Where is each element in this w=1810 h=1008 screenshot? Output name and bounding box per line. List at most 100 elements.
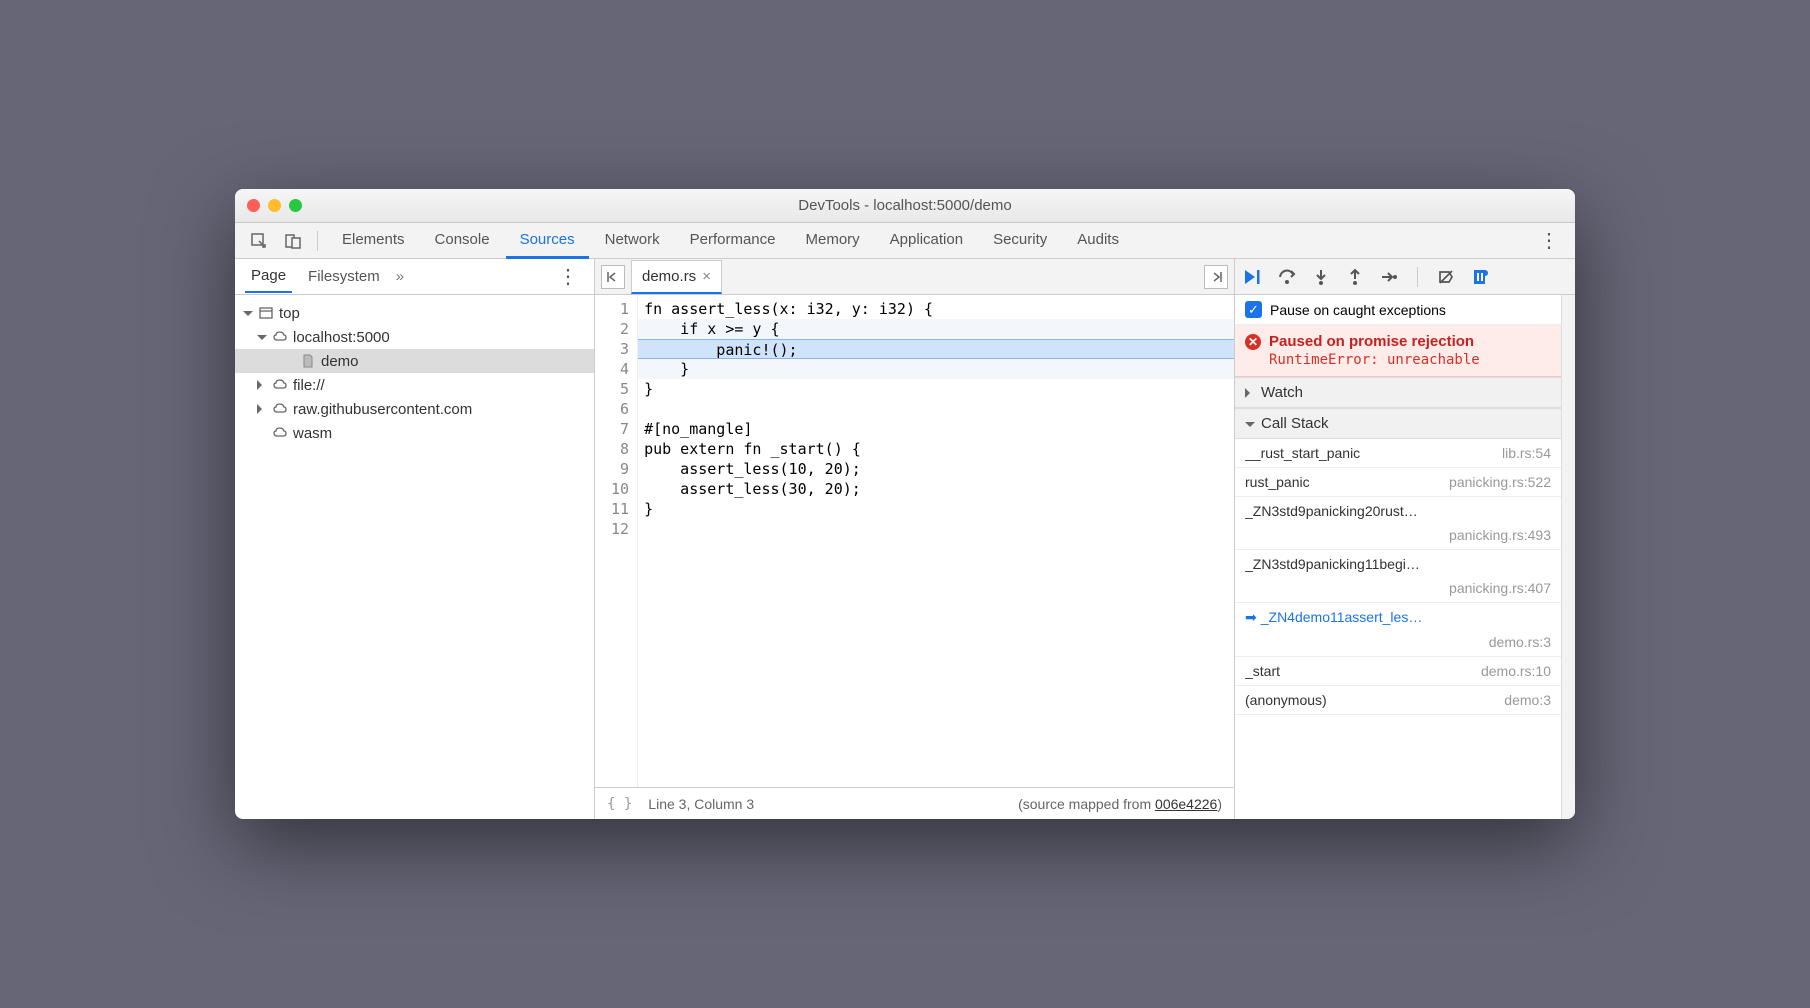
stack-fn: rust_panic xyxy=(1245,474,1310,490)
panel-tabs: Elements Console Sources Network Perform… xyxy=(328,223,1527,259)
code-line: pub extern fn _start() { xyxy=(638,439,1234,459)
stack-frame[interactable]: _ZN3std9panicking11begin_pa… panicking.r… xyxy=(1235,550,1561,603)
stack-loc: demo:3 xyxy=(1504,692,1551,708)
deactivate-breakpoints-button[interactable] xyxy=(1436,267,1456,287)
pause-on-exceptions-button[interactable] xyxy=(1470,267,1490,287)
stack-loc: lib.rs:54 xyxy=(1502,445,1551,461)
stack-fn: _ZN3std9panicking11begin_pa… xyxy=(1245,556,1425,572)
cloud-icon xyxy=(271,424,289,442)
debugger-content: ✓ Pause on caught exceptions ✕ Paused on… xyxy=(1235,295,1561,819)
tab-audits[interactable]: Audits xyxy=(1063,223,1133,259)
stack-frame-current[interactable]: ➡_ZN4demo11assert_less17hc8… demo.rs:3 xyxy=(1235,603,1561,657)
step-out-button[interactable] xyxy=(1345,267,1365,287)
close-tab-icon[interactable]: × xyxy=(702,268,711,285)
stack-frame[interactable]: (anonymous) demo:3 xyxy=(1235,686,1561,715)
stack-loc: panicking.rs:493 xyxy=(1449,527,1551,543)
nav-back-icon[interactable] xyxy=(601,265,625,289)
step-over-button[interactable] xyxy=(1277,267,1297,287)
stack-loc: panicking.rs:407 xyxy=(1449,580,1551,596)
file-icon xyxy=(299,352,317,370)
step-into-button[interactable] xyxy=(1311,267,1331,287)
watch-section-header[interactable]: Watch xyxy=(1235,377,1561,408)
editor-tabbar: demo.rs × xyxy=(595,259,1234,295)
step-button[interactable] xyxy=(1379,267,1399,287)
window-titlebar: DevTools - localhost:5000/demo xyxy=(235,189,1575,223)
code-line: if x >= y { xyxy=(638,319,1234,339)
nav-forward-icon[interactable] xyxy=(1204,265,1228,289)
stack-fn: _ZN3std9panicking20rust_pani… xyxy=(1245,503,1425,519)
disclosure-triangle-icon[interactable] xyxy=(243,311,253,321)
tab-security[interactable]: Security xyxy=(979,223,1061,259)
pause-on-caught-row[interactable]: ✓ Pause on caught exceptions xyxy=(1235,295,1561,325)
cloud-icon xyxy=(271,400,289,418)
code-content: fn assert_less(x: i32, y: i32) { if x >=… xyxy=(638,295,1234,787)
code-line: } xyxy=(638,359,1234,379)
tab-sources[interactable]: Sources xyxy=(506,223,589,259)
current-exec-line: panic!(); xyxy=(638,339,1234,359)
editor-statusbar: { } Line 3, Column 3 (source mapped from… xyxy=(595,787,1234,819)
code-line: assert_less(30, 20); xyxy=(638,479,1234,499)
zoom-window-button[interactable] xyxy=(289,199,302,212)
stack-frame[interactable]: __rust_start_panic lib.rs:54 xyxy=(1235,439,1561,468)
tree-label: demo xyxy=(321,353,359,370)
stack-fn: __rust_start_panic xyxy=(1245,445,1360,461)
tree-label: top xyxy=(279,305,300,322)
disclosure-triangle-icon[interactable] xyxy=(257,335,267,345)
tree-item-top[interactable]: top xyxy=(235,301,594,325)
editor-pane: demo.rs × 123456789101112 fn assert_less… xyxy=(595,259,1235,819)
close-window-button[interactable] xyxy=(247,199,260,212)
checkbox-checked-icon[interactable]: ✓ xyxy=(1245,301,1262,318)
navigator-tab-page[interactable]: Page xyxy=(245,260,292,293)
cursor-position: Line 3, Column 3 xyxy=(648,796,754,812)
watch-label: Watch xyxy=(1261,384,1303,401)
tab-network[interactable]: Network xyxy=(591,223,674,259)
code-editor[interactable]: 123456789101112 fn assert_less(x: i32, y… xyxy=(595,295,1234,787)
callstack-list: __rust_start_panic lib.rs:54 rust_panic … xyxy=(1235,439,1561,715)
navigator-menu-icon[interactable]: ⋮ xyxy=(552,264,584,289)
stack-loc: demo.rs:10 xyxy=(1481,663,1551,679)
debugger-toolbar xyxy=(1235,259,1575,295)
tab-performance[interactable]: Performance xyxy=(676,223,790,259)
code-line: fn assert_less(x: i32, y: i32) { xyxy=(638,299,1234,319)
tree-item-wasm[interactable]: wasm xyxy=(235,421,594,445)
tree-label: file:// xyxy=(293,377,325,394)
callstack-section-header[interactable]: Call Stack xyxy=(1235,408,1561,439)
stack-frame[interactable]: rust_panic panicking.rs:522 xyxy=(1235,468,1561,497)
pretty-print-icon[interactable]: { } xyxy=(607,796,632,812)
code-line: } xyxy=(638,499,1234,519)
disclosure-triangle-icon xyxy=(1245,422,1255,432)
disclosure-triangle-icon[interactable] xyxy=(257,380,267,390)
separator xyxy=(1417,267,1418,287)
tree-item-file-scheme[interactable]: file:// xyxy=(235,373,594,397)
stack-loc: demo.rs:3 xyxy=(1489,634,1551,650)
tab-console[interactable]: Console xyxy=(421,223,504,259)
source-map-link[interactable]: 006e4226 xyxy=(1155,796,1217,812)
tree-label: localhost:5000 xyxy=(293,329,390,346)
stack-frame[interactable]: _start demo.rs:10 xyxy=(1235,657,1561,686)
inspect-element-icon[interactable] xyxy=(245,227,273,255)
tree-item-demo[interactable]: demo xyxy=(235,349,594,373)
pause-reason-detail: RuntimeError: unreachable xyxy=(1245,352,1551,368)
file-tree: top localhost:5000 demo file:// xyxy=(235,295,594,819)
tree-item-raw-github[interactable]: raw.githubusercontent.com xyxy=(235,397,594,421)
debugger-pane: ✓ Pause on caught exceptions ✕ Paused on… xyxy=(1235,259,1575,819)
disclosure-triangle-icon[interactable] xyxy=(257,404,267,414)
more-navigator-tabs-icon[interactable]: » xyxy=(396,268,404,285)
scrollbar[interactable] xyxy=(1561,295,1575,819)
minimize-window-button[interactable] xyxy=(268,199,281,212)
navigator-tab-filesystem[interactable]: Filesystem xyxy=(302,261,386,292)
more-menu-icon[interactable]: ⋮ xyxy=(1533,228,1565,253)
resume-button[interactable] xyxy=(1243,267,1263,287)
stack-fn: _start xyxy=(1245,663,1280,679)
tab-elements[interactable]: Elements xyxy=(328,223,419,259)
tab-memory[interactable]: Memory xyxy=(792,223,874,259)
stack-frame[interactable]: _ZN3std9panicking20rust_pani… panicking.… xyxy=(1235,497,1561,550)
tree-item-host[interactable]: localhost:5000 xyxy=(235,325,594,349)
editor-tab-demo[interactable]: demo.rs × xyxy=(631,260,722,294)
frame-icon xyxy=(257,304,275,322)
line-gutter: 123456789101112 xyxy=(595,295,638,787)
stack-fn: ➡_ZN4demo11assert_less17hc8… xyxy=(1245,609,1425,626)
tab-application[interactable]: Application xyxy=(876,223,977,259)
file-tab-label: demo.rs xyxy=(642,268,696,285)
device-toolbar-icon[interactable] xyxy=(279,227,307,255)
